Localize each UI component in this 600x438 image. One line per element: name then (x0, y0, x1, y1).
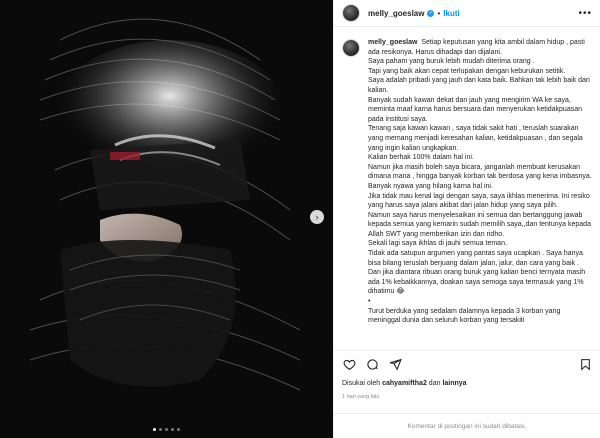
comment-icon[interactable] (365, 358, 379, 372)
carousel-dot (153, 428, 156, 431)
likes-summary: Disukai oleh cahyamiftha2 dan lainnya (342, 380, 467, 387)
post-timestamp[interactable]: 1 hari yang lalu (342, 394, 379, 400)
post-media[interactable]: › (0, 0, 333, 438)
likes-others-link[interactable]: lainnya (442, 380, 466, 387)
heart-icon[interactable] (342, 358, 356, 372)
carousel-dot (165, 428, 168, 431)
verified-badge-icon: ✓ (427, 9, 435, 17)
carousel-dot (159, 428, 162, 431)
caption-scroll-area[interactable]: melly_goeslaw Setiap keputusan yang kita… (334, 30, 600, 348)
liked-by-user-link[interactable]: cahyamiftha2 (382, 380, 427, 387)
caption-row: melly_goeslaw Setiap keputusan yang kita… (342, 38, 592, 326)
share-icon[interactable] (388, 358, 402, 372)
post-sidebar: melly_goeslaw ✓ • Ikuti ••• melly_goesla… (333, 0, 600, 438)
caption-body: Setiap keputusan yang kita ambil dalam h… (368, 39, 592, 325)
likes-prefix: Disukai oleh (342, 380, 381, 387)
avatar[interactable] (342, 4, 360, 22)
separator: • (437, 8, 441, 18)
action-bar (334, 350, 600, 378)
more-options-icon[interactable]: ••• (578, 8, 592, 19)
comments-disabled-notice: Komentar di postingan ini sudah dibatasi… (334, 413, 600, 438)
likes-joiner: dan (428, 380, 441, 387)
carousel-dot (171, 428, 174, 431)
post-header: melly_goeslaw ✓ • Ikuti ••• (334, 0, 600, 27)
caption-text: melly_goeslaw Setiap keputusan yang kita… (368, 38, 592, 326)
bookmark-icon[interactable] (578, 358, 592, 372)
username-link[interactable]: melly_goeslaw (368, 9, 424, 18)
follow-button[interactable]: Ikuti (443, 9, 459, 18)
carousel-dot (177, 428, 180, 431)
next-slide-button[interactable]: › (310, 210, 324, 224)
post-photo (0, 0, 333, 438)
avatar[interactable] (342, 39, 360, 57)
carousel-indicator (0, 428, 333, 431)
caption-username[interactable]: melly_goeslaw (368, 39, 417, 46)
